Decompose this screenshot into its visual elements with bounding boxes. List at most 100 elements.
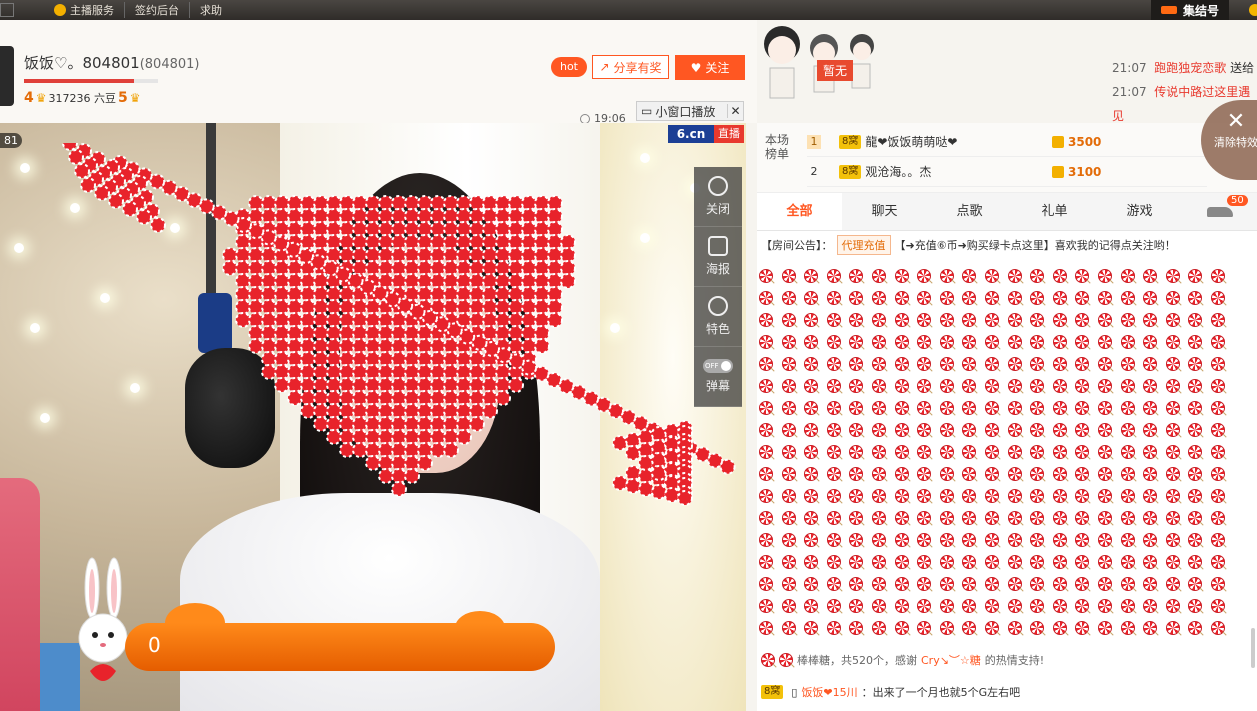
lollipop-icon: [1007, 445, 1022, 459]
gather-button[interactable]: 集结号: [1150, 0, 1229, 20]
lollipop-icon: [917, 621, 932, 635]
lollipop-icon: [1210, 577, 1225, 591]
lollipop-icon: [759, 269, 773, 283]
lollipop-icon: [939, 621, 954, 635]
lollipop-icon: [1165, 313, 1180, 327]
recharge-tag[interactable]: 代理充值: [836, 235, 891, 255]
lollipop-icon: [1188, 313, 1203, 327]
ticker-row[interactable]: 21:07 跑跑独宠恋歌 送给: [1112, 56, 1257, 80]
lollipop-icon: [1188, 423, 1203, 437]
rank-label[interactable]: 本场榜单: [765, 133, 789, 161]
lollipop-icon: [759, 291, 773, 305]
lollipop-icon: [849, 357, 864, 371]
lollipop-icon: [1188, 335, 1203, 349]
lollipop-icon: [1165, 379, 1180, 393]
lollipop-icon: [1007, 533, 1022, 547]
lollipop-icon: [759, 335, 773, 349]
effects-button[interactable]: 特色: [694, 287, 742, 347]
lollipop-icon: [1143, 489, 1158, 503]
lollipop-icon: [849, 379, 864, 393]
danmaku-toggle[interactable]: OFF 弹幕: [694, 347, 742, 407]
lollipop-icon: [1007, 379, 1022, 393]
video-player[interactable]: 81 6.cn 直播 关闭 海报 特色 OFF 弹幕 0: [0, 123, 746, 711]
poster-button[interactable]: 海报: [694, 227, 742, 287]
lollipop-icon: [1075, 335, 1090, 349]
lollipop-icon: [781, 269, 796, 283]
info-icon[interactable]: [1249, 4, 1257, 16]
lollipop-icon: [1007, 511, 1022, 525]
lollipop-icon: [917, 269, 932, 283]
notice-text[interactable]: 【➜充值⑥币➜购买绿卡点这里】喜欢我的记得点关注哟！: [895, 237, 1176, 253]
lollipop-icon: [1120, 423, 1135, 437]
share-button[interactable]: ↗ 分享有奖: [592, 55, 669, 79]
lollipop-icon: [1052, 577, 1067, 591]
lollipop-icon: [759, 577, 773, 591]
current-level: 4: [24, 90, 34, 106]
lollipop-icon: [1075, 445, 1090, 459]
lollipop-icon: [894, 489, 909, 503]
lollipop-icon: [1120, 511, 1135, 525]
tab-all[interactable]: 全部: [757, 193, 842, 230]
lollipop-icon: [962, 621, 977, 635]
gift-sender[interactable]: Cry↘︶☆糖: [921, 652, 981, 668]
tab-gift-list[interactable]: 礼单: [1012, 193, 1097, 230]
lollipop-icon: [804, 269, 819, 283]
lollipop-icon: [1143, 291, 1158, 305]
gift-thanks-message: 棒棒糖，共520个，感谢 Cry↘︶☆糖 的热情支持!: [757, 649, 1257, 671]
lollipop-icon: [1097, 379, 1112, 393]
lollipop-icon: [917, 489, 932, 503]
close-icon[interactable]: ✕: [727, 104, 743, 118]
lollipop-icon: [1188, 467, 1203, 481]
chat-area[interactable]: [757, 263, 1257, 673]
rank-board: 本场榜单 1 8窝 龍❤饭饭萌萌哒❤ 3500 2 8窝 观沧海。。杰 3100: [757, 123, 1257, 193]
rank-row[interactable]: 2 8窝 观沧海。。杰 3100: [807, 157, 1207, 187]
lollipop-icon: [1075, 577, 1090, 591]
rank-row[interactable]: 1 8窝 龍❤饭饭萌萌哒❤ 3500: [807, 127, 1207, 157]
close-video-button[interactable]: 关闭: [694, 167, 742, 227]
lollipop-icon: [984, 511, 999, 525]
lollipop-icon: [894, 401, 909, 415]
lollipop-icon: [984, 599, 999, 613]
lollipop-icon: [849, 511, 864, 525]
tab-song[interactable]: 点歌: [927, 193, 1012, 230]
follow-button[interactable]: ♥ 关注: [675, 55, 745, 80]
tab-games[interactable]: 游戏: [1097, 193, 1182, 230]
lollipop-icon: [826, 335, 841, 349]
chat-user[interactable]: 饭饭❤15川: [801, 684, 857, 700]
danmaku-toggle-icon[interactable]: OFF: [703, 359, 733, 373]
lollipop-icon: [939, 555, 954, 569]
lollipop-icon: [1097, 423, 1112, 437]
lollipop-icon: [1188, 533, 1203, 547]
lollipop-icon: [804, 313, 819, 327]
lollipop-icon: [917, 511, 932, 525]
lollipop-icon: [1030, 335, 1045, 349]
lollipop-icon: [1210, 533, 1225, 547]
help-link[interactable]: 求助: [190, 2, 232, 18]
lollipop-icon: [1143, 467, 1158, 481]
lollipop-icon: [984, 269, 999, 283]
lollipop-icon: [761, 653, 775, 667]
lollipop-icon: [1143, 401, 1158, 415]
lollipop-icon: [1007, 335, 1022, 349]
lollipop-icon: [1007, 621, 1022, 635]
lollipop-icon: [1165, 269, 1180, 283]
lollipop-icon: [1210, 423, 1225, 437]
lollipop-icon: [984, 357, 999, 371]
lollipop-icon: [759, 379, 773, 393]
car-button[interactable]: 50: [1197, 193, 1257, 230]
lollipop-icon: [826, 555, 841, 569]
mini-window-button[interactable]: ▭ 小窗口播放 ✕: [636, 101, 744, 121]
hot-badge[interactable]: hot: [551, 57, 587, 77]
lollipop-icon: [984, 533, 999, 547]
lollipop-icon: [894, 291, 909, 305]
anchor-service-link[interactable]: 主播服务: [44, 2, 125, 18]
tab-chat[interactable]: 聊天: [842, 193, 927, 230]
lollipop-icon: [1052, 379, 1067, 393]
chat-scrollbar[interactable]: [1251, 628, 1255, 668]
lollipop-icon: [984, 621, 999, 635]
avatar[interactable]: [0, 46, 14, 106]
lollipop-icon: [1075, 621, 1090, 635]
menu-square-icon[interactable]: [0, 3, 14, 17]
contract-backend-link[interactable]: 签约后台: [125, 2, 190, 18]
level-row: 4 ♛ 317236 六豆 5 ♛: [24, 90, 141, 106]
